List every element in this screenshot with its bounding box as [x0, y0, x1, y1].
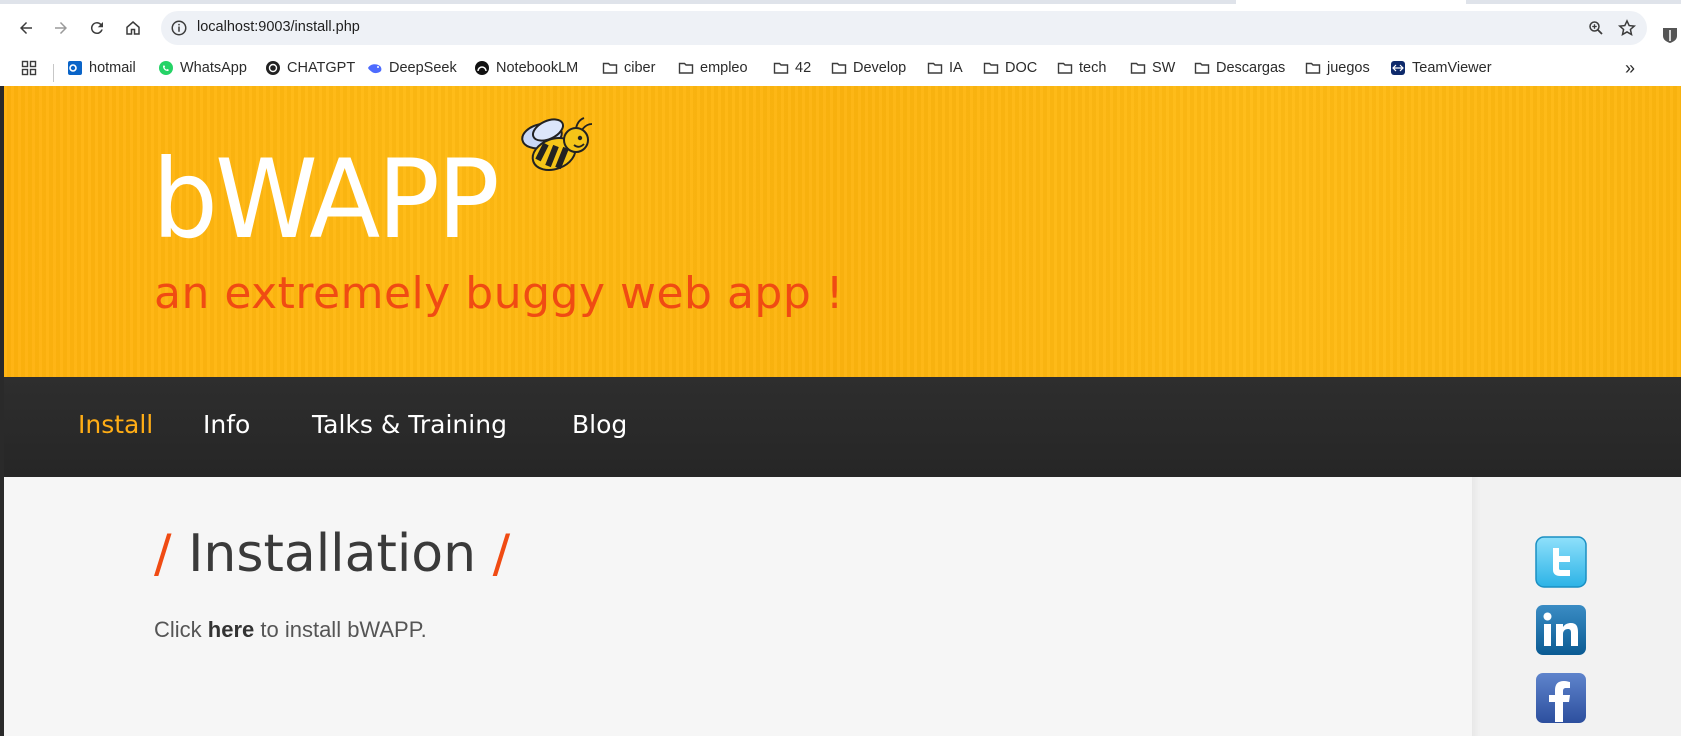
bookmark-folder-develop[interactable]: Develop: [831, 56, 906, 80]
nav-install[interactable]: Install: [78, 410, 153, 439]
site-header: bWAPP an extremely buggy web app !: [4, 86, 1681, 377]
folder-icon: [678, 62, 694, 74]
intro-suffix: to install bWAPP.: [254, 617, 427, 642]
folder-icon: [1194, 62, 1210, 74]
arrow-left-icon: [20, 22, 32, 34]
address-bar[interactable]: localhost:9003/install.php: [161, 11, 1647, 45]
web-page: bWAPP an extremely buggy web app ! Insta…: [4, 86, 1681, 736]
apps-button[interactable]: [21, 56, 37, 80]
home-button[interactable]: [117, 12, 149, 44]
bookmark-label: IA: [949, 60, 963, 76]
twitter-link[interactable]: [1535, 536, 1587, 588]
title-slash-left: /: [154, 524, 172, 584]
bookmarks-overflow-button[interactable]: »: [1625, 56, 1635, 80]
linkedin-link[interactable]: [1535, 604, 1587, 656]
bookmark-star-icon[interactable]: [1617, 18, 1637, 38]
back-button[interactable]: [10, 12, 42, 44]
bookmark-folder-ia[interactable]: IA: [927, 56, 963, 80]
arrow-right-icon: [55, 22, 67, 34]
bookmark-label: empleo: [700, 60, 748, 76]
bookmark-label: Develop: [853, 60, 907, 76]
bookmark-folder-ciber[interactable]: ciber: [602, 56, 655, 80]
bookmark-label: 42: [795, 60, 812, 76]
page-title: / Installation /: [154, 524, 510, 584]
twitter-icon: [1535, 536, 1587, 588]
site-logo[interactable]: bWAPP: [152, 135, 500, 263]
bookmark-folder-doc[interactable]: DOC: [983, 56, 1037, 80]
facebook-icon: [1536, 673, 1586, 723]
bookmarks-separator: [53, 64, 54, 82]
folder-icon: [831, 62, 847, 74]
bookmark-label: ciber: [624, 60, 656, 76]
folder-icon: [983, 62, 999, 74]
outlook-icon: [68, 61, 82, 75]
intro-prefix: Click: [154, 617, 208, 642]
folder-icon: [1130, 62, 1146, 74]
bookmark-label: tech: [1079, 60, 1107, 76]
bookmark-label: DOC: [1005, 60, 1038, 76]
folder-icon: [1057, 62, 1073, 74]
home-icon: [126, 21, 140, 35]
facebook-link[interactable]: [1535, 672, 1587, 724]
folder-icon: [773, 62, 789, 74]
zoom-icon[interactable]: [1587, 19, 1605, 37]
bookmark-chatgpt[interactable]: CHATGPT: [265, 56, 355, 80]
folder-icon: [1305, 62, 1321, 74]
nav-talks-training[interactable]: Talks & Training: [312, 410, 507, 439]
browser-toolbar: localhost:9003/install.php: [0, 6, 1681, 50]
main-content: / Installation / Click here to install b…: [4, 477, 1474, 736]
folder-icon: [927, 62, 943, 74]
title-text: Installation: [188, 524, 477, 584]
url-text[interactable]: localhost:9003/install.php: [197, 19, 360, 35]
bookmark-folder-tech[interactable]: tech: [1057, 56, 1106, 80]
whatsapp-icon: [159, 61, 173, 75]
nav-blog[interactable]: Blog: [572, 410, 627, 439]
nav-info[interactable]: Info: [203, 410, 250, 439]
bookmark-label: Descargas: [1216, 60, 1286, 76]
bookmark-whatsapp[interactable]: WhatsApp: [158, 56, 247, 80]
bookmark-label: juegos: [1327, 60, 1370, 76]
extension-shield-icon[interactable]: [1662, 26, 1678, 44]
bookmark-label: SW: [1152, 60, 1176, 76]
bookmark-teamviewer[interactable]: TeamViewer: [1390, 56, 1492, 80]
bookmark-label: TeamViewer: [1412, 60, 1492, 76]
site-info-icon[interactable]: [170, 19, 188, 37]
tab-strip: [0, 0, 1681, 4]
bookmark-deepseek[interactable]: DeepSeek: [367, 56, 457, 80]
title-slash-right: /: [492, 524, 511, 584]
reload-icon: [90, 22, 103, 35]
linkedin-icon: [1536, 605, 1586, 655]
reload-button[interactable]: [81, 12, 113, 44]
bookmarks-bar: hotmail WhatsApp CHATGPT DeepSeek Notebo…: [0, 50, 1681, 86]
bookmark-folder-juegos[interactable]: juegos: [1305, 56, 1370, 80]
browser-chrome: localhost:9003/install.php hotmail Whats…: [0, 0, 1681, 86]
chatgpt-icon: [266, 61, 280, 75]
install-here-link[interactable]: here: [208, 617, 254, 642]
bookmark-label: DeepSeek: [389, 60, 457, 76]
bee-icon: [521, 117, 593, 171]
bookmark-notebooklm[interactable]: NotebookLM: [474, 56, 578, 80]
bookmark-folder-sw[interactable]: SW: [1130, 56, 1175, 80]
teamviewer-icon: [1391, 61, 1405, 75]
forward-button[interactable]: [45, 12, 77, 44]
bookmark-folder-empleo[interactable]: empleo: [678, 56, 748, 80]
bookmark-folder-descargas[interactable]: Descargas: [1194, 56, 1285, 80]
main-nav: Install Info Talks & Training Blog: [4, 377, 1681, 477]
folder-icon: [602, 62, 618, 74]
bookmark-label: CHATGPT: [287, 60, 356, 76]
bookmark-label: NotebookLM: [496, 60, 579, 76]
bookmark-label: hotmail: [89, 60, 136, 76]
bookmark-folder-42[interactable]: 42: [773, 56, 811, 80]
deepseek-icon: [368, 64, 382, 74]
bookmark-hotmail[interactable]: hotmail: [67, 56, 136, 80]
bookmark-label: WhatsApp: [180, 60, 247, 76]
chevron-double-right-icon: »: [1625, 57, 1636, 78]
apps-grid-icon: [21, 60, 37, 76]
install-instructions: Click here to install bWAPP.: [154, 617, 427, 643]
notebooklm-icon: [475, 61, 489, 75]
site-tagline: an extremely buggy web app !: [154, 268, 844, 319]
